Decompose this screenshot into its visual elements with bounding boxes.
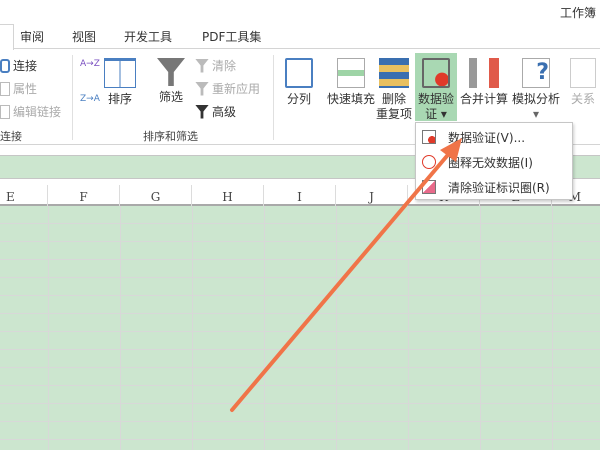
arrow-shaft	[230, 148, 454, 412]
annotation-arrow	[230, 138, 462, 412]
